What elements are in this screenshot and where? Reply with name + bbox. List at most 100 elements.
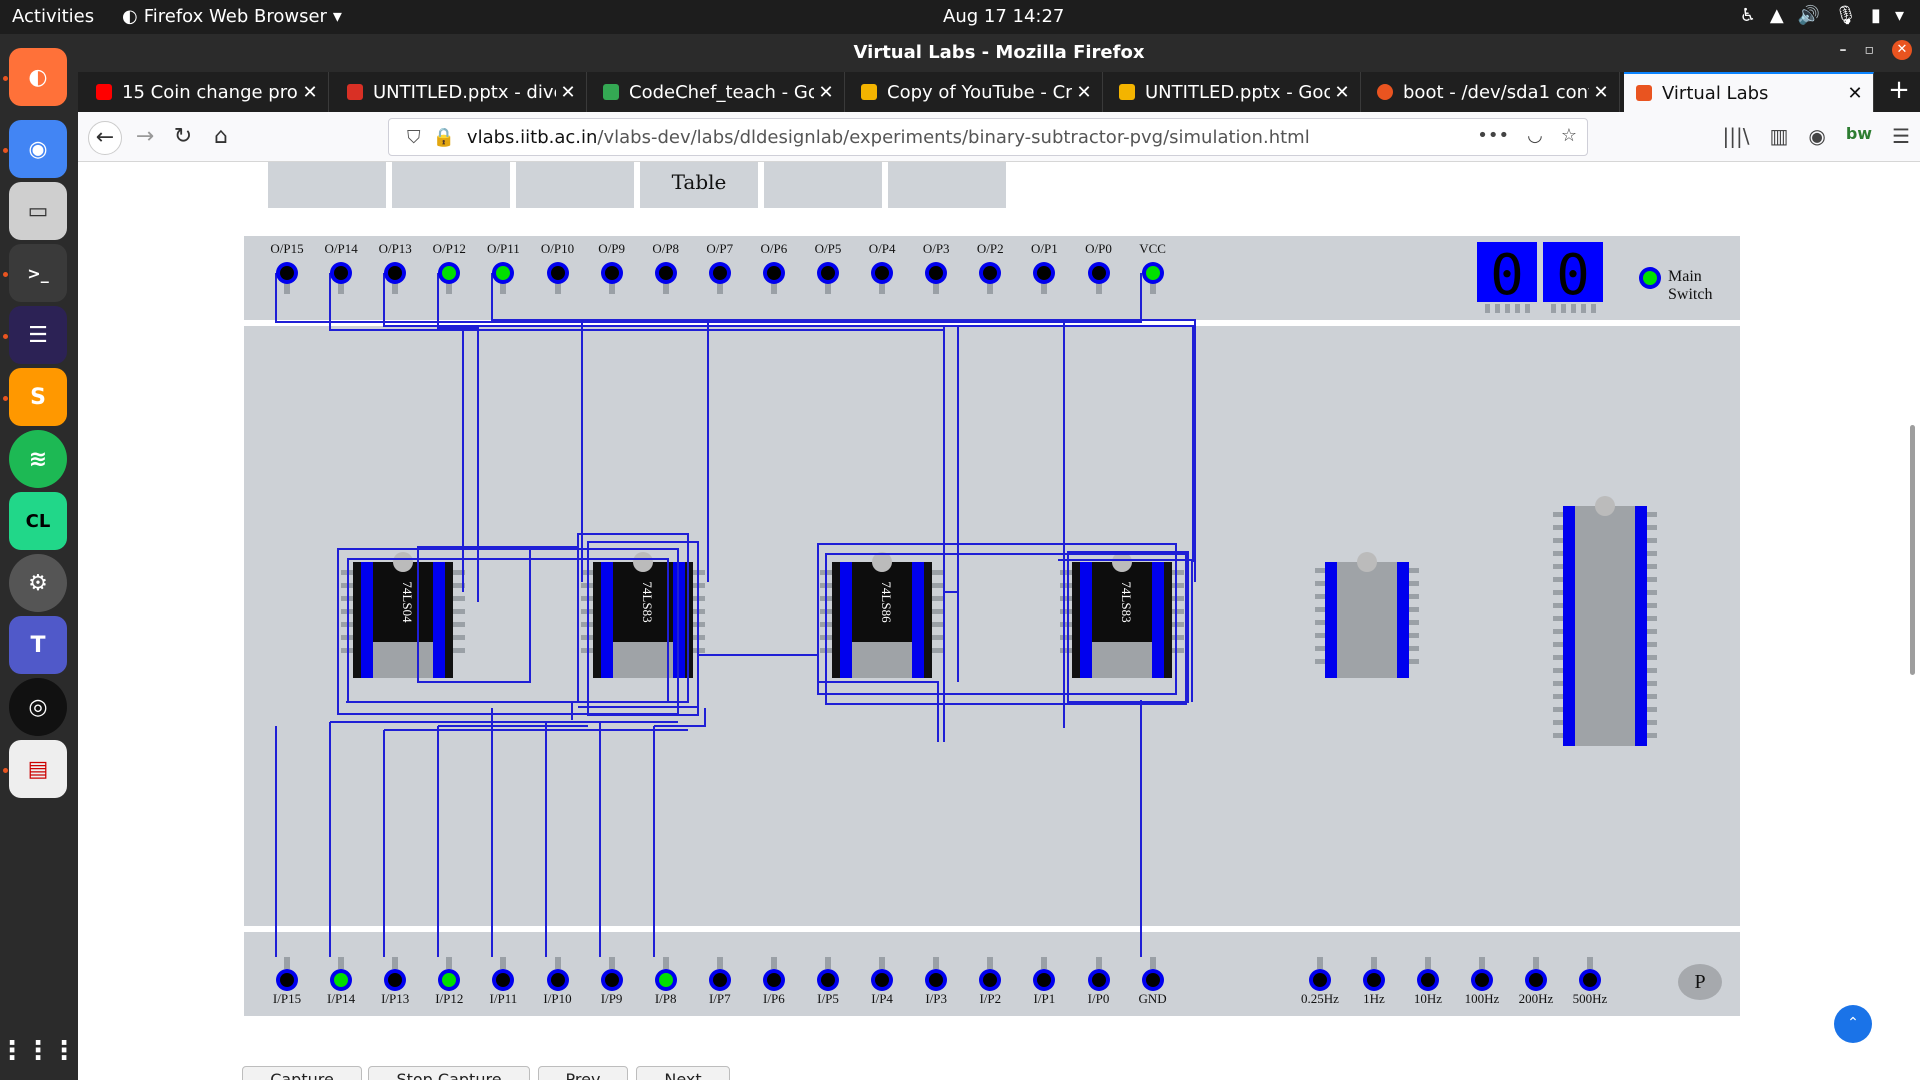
clock-pin-200hz[interactable] [1525,969,1547,991]
main-switch-led[interactable] [1639,267,1661,289]
close-window-icon[interactable]: ✕ [1892,40,1912,60]
ic-chip-74ls83[interactable]: 74LS83 [1060,552,1184,678]
ic-chip-74ls86[interactable]: 74LS86 [820,552,944,678]
scroll-to-top-button[interactable]: ⌃ [1834,1005,1872,1043]
output-pin-op0[interactable] [1087,262,1110,284]
teams-dock-icon[interactable]: T [9,616,67,674]
input-pin-ip6[interactable] [762,969,785,991]
account-icon[interactable]: ◉ [1808,124,1825,148]
p-button[interactable]: P [1678,964,1722,1000]
clock-pin-10hz[interactable] [1417,969,1439,991]
stop-capture-button[interactable]: Stop Capture [368,1066,530,1080]
show-apps-icon[interactable]: ⋮⋮⋮ [0,1022,77,1080]
ic-pin [1172,570,1184,575]
capture-button[interactable]: Capture [242,1066,362,1080]
close-tab-icon[interactable]: ✕ [1330,82,1354,103]
input-pin-ip8[interactable] [654,969,677,991]
output-pin-vcc[interactable] [1141,262,1164,284]
tab-untitled-pptx-goog[interactable]: UNTITLED.pptx - Goog ✕ [1107,72,1361,112]
ic-chip-74ls83[interactable]: 74LS83 [581,552,705,678]
new-tab-button[interactable]: + [1884,76,1914,106]
back-button[interactable]: ← [88,121,122,155]
accessibility-icon[interactable]: ♿ [1740,5,1756,26]
library-icon[interactable]: |||\ [1723,124,1750,148]
page-actions-icon[interactable]: ••• [1477,125,1509,146]
tab-virtual-labs[interactable]: Virtual Labs ✕ [1624,72,1874,112]
document-viewer-dock-icon[interactable]: ▤ [9,740,67,798]
system-tray[interactable]: ♿ ▲ 🔊 🎙 ▮ ▾ [1740,5,1904,26]
output-pin-op15[interactable] [276,262,298,284]
scrollbar[interactable] [1910,425,1915,675]
next-button[interactable]: Next [636,1066,730,1080]
input-pin-ip15[interactable] [276,969,298,991]
ic-chip-74ls04[interactable]: 74LS04 [341,552,465,678]
tab-label: Copy of YouTube - Cre [887,81,1072,103]
home-button[interactable]: ⌂ [204,121,238,155]
clock-pin-100hz[interactable] [1471,969,1493,991]
askubuntu-favicon-icon [1377,84,1393,100]
maximize-icon[interactable]: ▫ [1865,42,1875,58]
pin-stub [1371,957,1377,969]
close-tab-icon[interactable]: ✕ [556,82,580,103]
input-pin-ip4[interactable] [871,969,894,991]
tab-coin-change[interactable]: 15 Coin change proble ✕ [84,72,329,112]
clock-pin-025hz[interactable] [1309,969,1331,991]
tab-copy-of-youtube[interactable]: Copy of YouTube - Cre ✕ [849,72,1103,112]
close-tab-icon[interactable]: ✕ [298,82,322,103]
extension-bw-icon[interactable]: bw [1846,124,1872,148]
chrome-dock-icon[interactable]: ◉ [9,120,67,178]
output-pin-op14[interactable] [330,262,353,284]
input-pin-ip9[interactable] [600,969,623,991]
output-pin-op6[interactable] [762,262,785,284]
input-pin-gnd[interactable] [1141,969,1164,991]
tab-untitled-pptx-dives[interactable]: UNTITLED.pptx - dives ✕ [335,72,587,112]
clock[interactable]: Aug 17 14:27 [943,6,1064,27]
output-pin-op10[interactable] [546,262,569,284]
prev-button[interactable]: Prev [538,1066,628,1080]
obs-dock-icon[interactable]: ◎ [9,678,67,736]
input-pin-label: I/P3 [925,991,948,1006]
reload-button[interactable]: ↻ [166,121,200,155]
settings-dock-icon[interactable]: ⚙ [9,554,67,612]
bookmark-star-icon[interactable]: ☆ [1561,125,1577,146]
close-tab-icon[interactable]: ✕ [1072,82,1096,103]
shield-icon[interactable]: ⛉ [407,127,421,148]
input-pin-ip5[interactable] [817,969,839,991]
output-pin-op7[interactable] [708,262,731,284]
close-tab-icon[interactable]: ✕ [1589,82,1613,103]
forward-button[interactable]: → [128,121,162,155]
url-bar[interactable]: ⛉ 🔒 vlabs.iitb.ac.in/vlabs-dev/labs/dlde… [388,118,1588,156]
terminal-dock-icon[interactable]: >_ [9,244,67,302]
minimize-icon[interactable]: – [1840,42,1847,58]
circuit-svg: 74LS04 74LS83 74LS86 74LS83 00 [275,242,1657,957]
output-pin-label: O/P5 [814,241,842,256]
output-pin-op9[interactable] [600,262,623,284]
menu-icon[interactable]: ☰ [1892,124,1910,148]
activities-button[interactable]: Activities [12,6,94,27]
close-tab-icon[interactable]: ✕ [814,82,838,103]
output-pin-op8[interactable] [654,262,677,284]
input-pin-ip14[interactable] [330,969,353,991]
clock-pin-1hz[interactable] [1363,969,1385,991]
sublime-dock-icon[interactable]: S [9,368,67,426]
ic-pin [1172,609,1184,614]
files-dock-icon[interactable]: ▭ [9,182,67,240]
close-tab-icon[interactable]: ✕ [1843,83,1867,104]
clock-pin-500hz[interactable] [1579,969,1601,991]
output-pin-op4[interactable] [871,262,894,284]
input-pin-ip0[interactable] [1087,969,1110,991]
input-pin-ip7[interactable] [708,969,731,991]
spotify-dock-icon[interactable]: ≋ [9,430,67,488]
output-pin-op5[interactable] [817,262,839,284]
pocket-icon[interactable]: ◡ [1527,125,1543,146]
app-menu[interactable]: ◐ Firefox Web Browser ▾ [122,6,342,27]
input-pin-ip10[interactable] [546,969,569,991]
tab-codechef-teach[interactable]: CodeChef_teach - Goo ✕ [591,72,845,112]
insecure-lock-icon[interactable]: 🔒 [433,127,455,148]
sidebar-icon[interactable]: ▥ [1769,124,1788,148]
firefox-dock-icon[interactable]: ◐ [9,48,67,106]
clion-dock-icon[interactable]: CL [9,492,67,550]
ic-pin [1647,655,1657,660]
eclipse-dock-icon[interactable]: ☰ [9,306,67,364]
tab-boot-dev-sda1[interactable]: boot - /dev/sda1 conta ✕ [1365,72,1620,112]
